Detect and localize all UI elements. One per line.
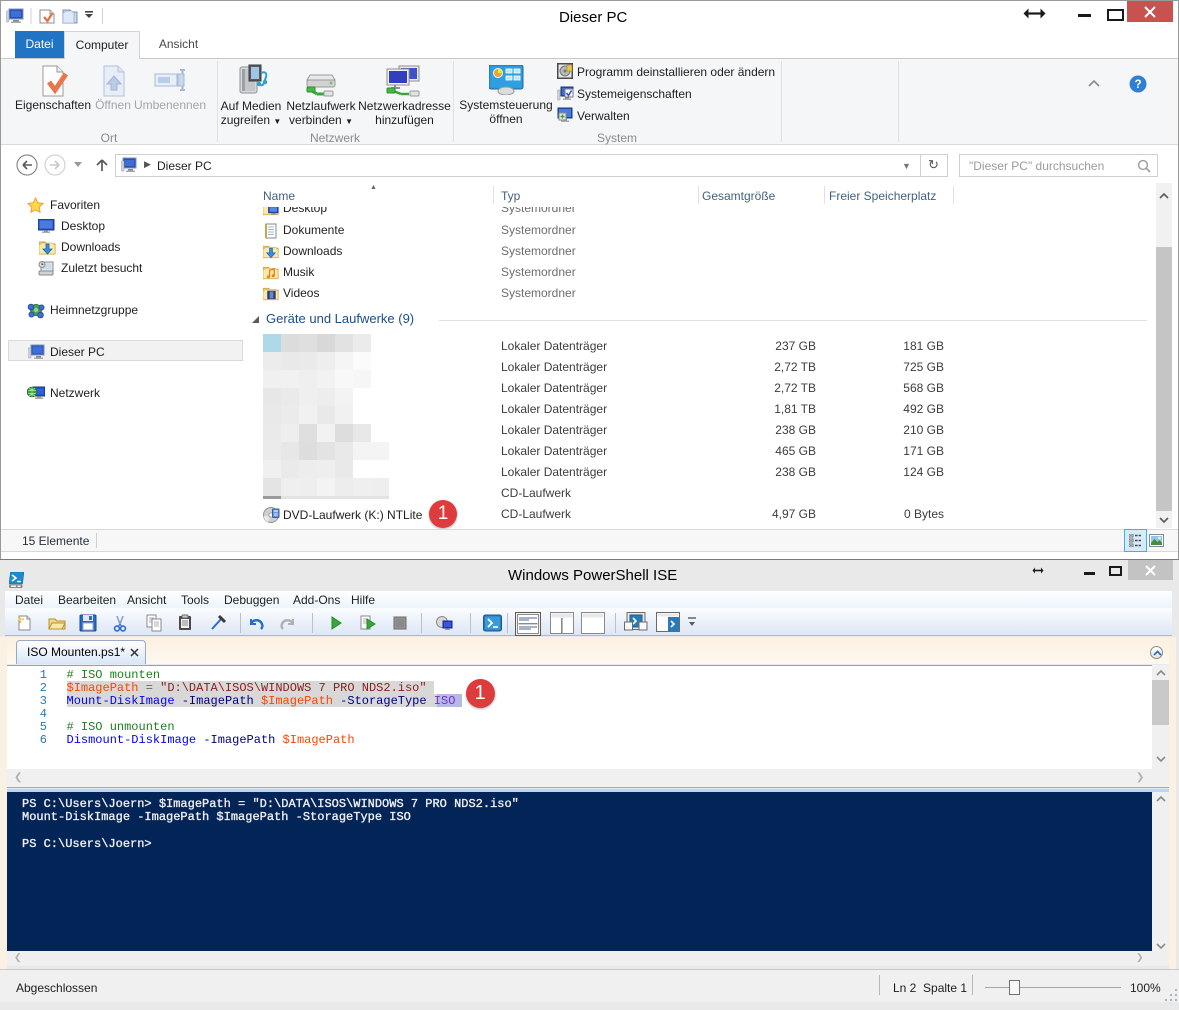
svg-text:?: ? bbox=[1134, 78, 1141, 91]
